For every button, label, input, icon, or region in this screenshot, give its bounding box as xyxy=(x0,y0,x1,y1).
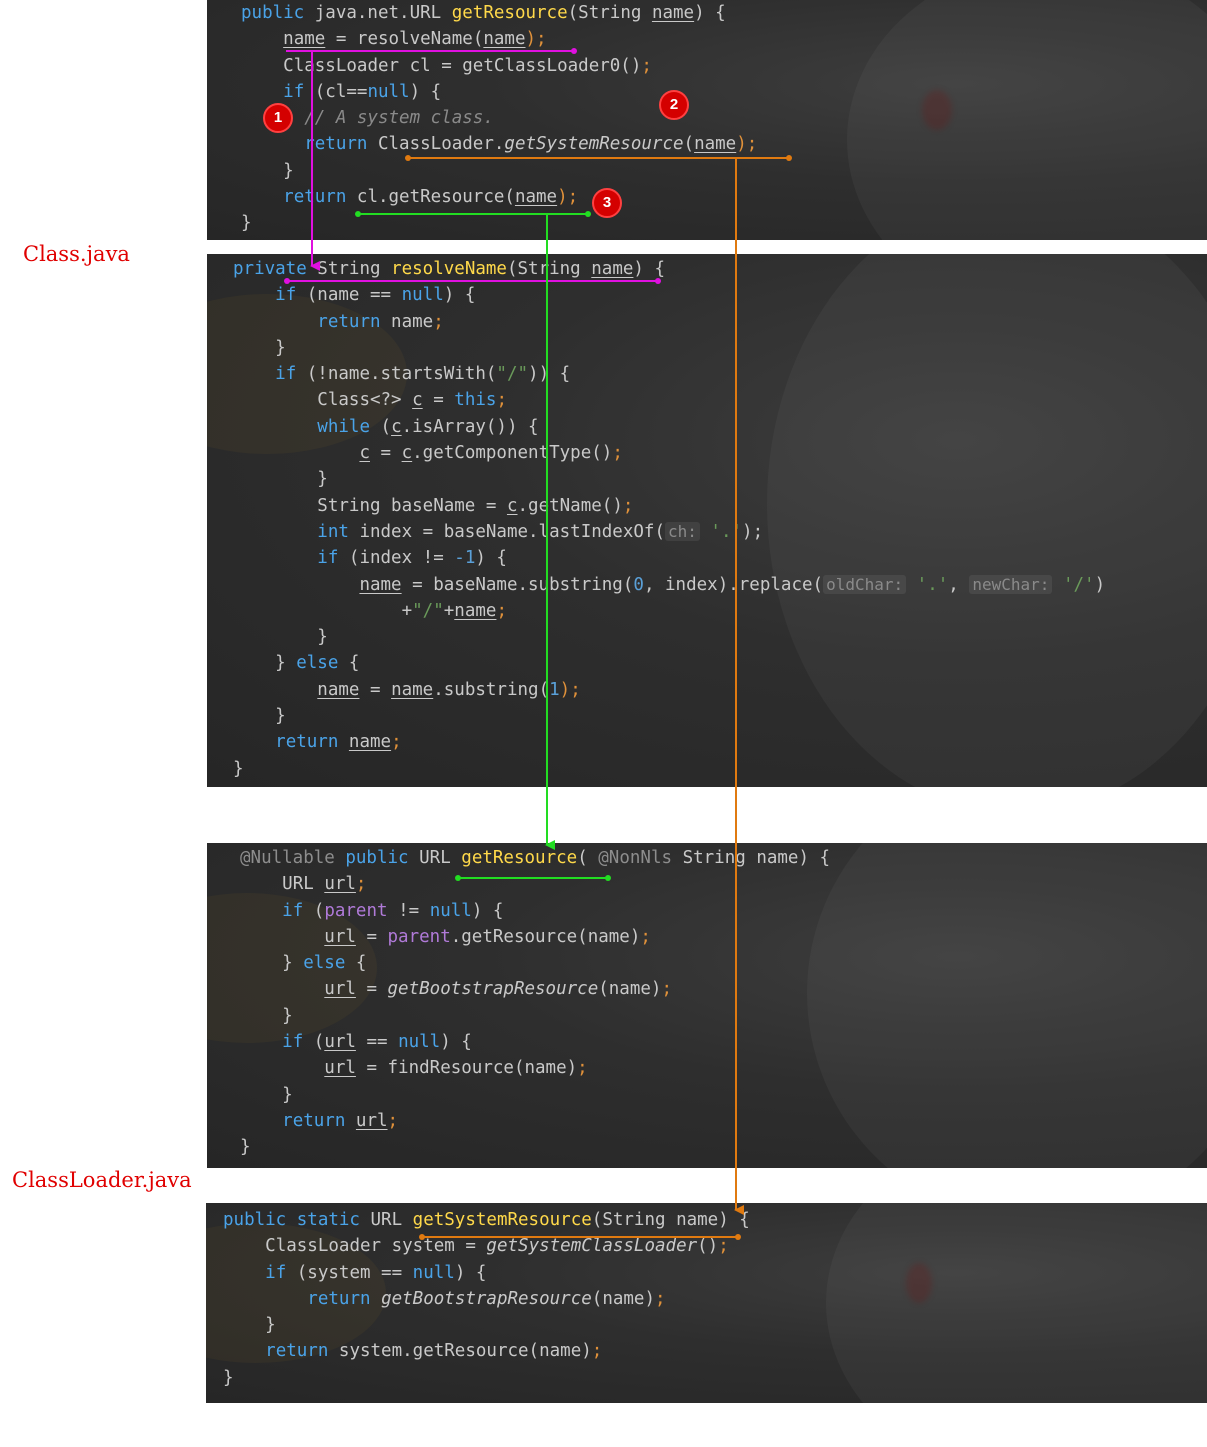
classloader-java-label: ClassLoader.java xyxy=(12,1168,192,1192)
loader-get-resource-panel: @Nullable public URL getResource( @NonNl… xyxy=(207,843,1207,1168)
class-get-resource-panel: public java.net.URL getResource(String n… xyxy=(207,0,1207,240)
class-java-label: Class.java xyxy=(23,242,130,266)
class-resolve-name-panel: private String resolveName(String name) … xyxy=(207,254,1207,787)
class-resolve-name-code: private String resolveName(String name) … xyxy=(233,259,1106,779)
step-2-badge: 2 xyxy=(659,90,689,120)
loader-get-system-resource-panel: public static URL getSystemResource(Stri… xyxy=(206,1203,1207,1403)
loader-get-resource-code: @Nullable public URL getResource( @NonNl… xyxy=(240,848,831,1158)
loader-get-system-resource-code: public static URL getSystemResource(Stri… xyxy=(223,1210,750,1388)
step-3-badge: 3 xyxy=(592,188,622,218)
step-1-badge: 1 xyxy=(263,103,293,133)
